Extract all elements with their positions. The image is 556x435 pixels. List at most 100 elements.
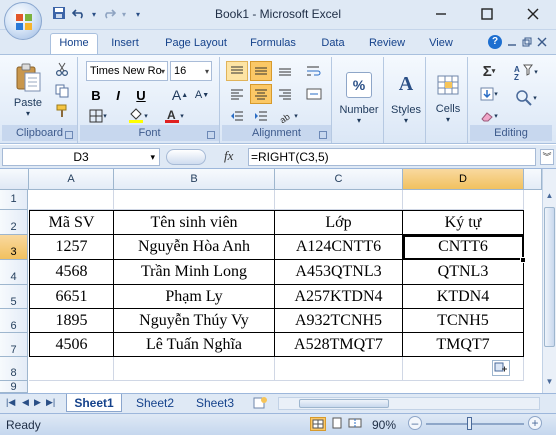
row-header-9[interactable]: 9 (0, 381, 28, 393)
cell-c8[interactable] (275, 357, 403, 381)
row-header-3[interactable]: 3 (0, 235, 28, 260)
minimize-button[interactable] (418, 0, 464, 28)
clipboard-dialog-launcher[interactable] (65, 131, 73, 139)
column-header-a[interactable]: A (29, 169, 114, 190)
cell-c4[interactable]: A453QTNL3 (275, 260, 403, 285)
cell-a3[interactable]: 1257 (29, 235, 114, 260)
clear-button[interactable]: ▾ (476, 107, 502, 125)
tab-insert[interactable]: Insert (104, 34, 146, 54)
zoom-slider-thumb[interactable] (466, 417, 472, 430)
cell-d5[interactable]: KTDN4 (403, 285, 524, 309)
zoom-level[interactable]: 90% (372, 418, 396, 432)
cell-b5[interactable]: Phạm Ly (114, 285, 275, 309)
row-header-1[interactable]: 1 (0, 190, 28, 210)
align-middle-button[interactable] (250, 61, 272, 81)
sort-filter-button[interactable]: AZ ▾ (508, 61, 544, 83)
ribbon-close-icon[interactable] (536, 36, 548, 48)
close-button[interactable] (510, 0, 556, 28)
increase-indent-button[interactable] (250, 107, 272, 125)
cell-b6[interactable]: Nguyễn Thúy Vy (114, 309, 275, 333)
cells-button[interactable]: Cells ▾ (430, 63, 466, 133)
orientation-button[interactable]: ab ▾ (274, 107, 302, 125)
decrease-indent-button[interactable] (226, 107, 248, 125)
align-top-button[interactable] (226, 61, 248, 81)
cell-c1[interactable] (275, 190, 403, 210)
tab-home[interactable]: Home (50, 33, 98, 55)
cell-b7[interactable]: Lê Tuấn Nghĩa (114, 333, 275, 357)
cell-a2[interactable]: Mã SV (29, 210, 114, 235)
cell-d6[interactable]: TCNH5 (403, 309, 524, 333)
ribbon-restore-icon[interactable] (521, 36, 533, 48)
insert-function-icon[interactable]: fx (224, 148, 233, 164)
formula-bar-resize-handle[interactable] (166, 149, 206, 165)
horizontal-scroll-thumb[interactable] (299, 399, 389, 408)
autosum-button[interactable]: Σ ▾ (476, 61, 502, 81)
bold-button[interactable]: B (86, 85, 106, 105)
italic-button[interactable]: I (108, 85, 128, 105)
cell-d2[interactable]: Ký tự (403, 210, 524, 235)
row-header-4[interactable]: 4 (0, 260, 28, 285)
tab-page-layout[interactable]: Page Layout (158, 34, 234, 54)
maximize-button[interactable] (464, 0, 510, 28)
shrink-font-button[interactable]: A ▼ (192, 85, 212, 105)
fill-button[interactable]: ▾ (476, 84, 502, 104)
alignment-dialog-launcher[interactable] (319, 131, 327, 139)
select-all-corner[interactable] (0, 169, 29, 190)
tab-data[interactable]: Data (314, 34, 352, 54)
first-sheet-icon[interactable]: |◀ (6, 397, 15, 408)
vertical-scrollbar[interactable]: ▲ ▼ (542, 169, 556, 393)
sheet-tab-sheet2[interactable]: Sheet2 (128, 394, 182, 412)
styles-button[interactable]: A Styles ▾ (388, 63, 424, 133)
sheet-tab-sheet3[interactable]: Sheet3 (188, 394, 242, 412)
number-button[interactable]: % Number ▾ (339, 63, 379, 133)
cell-d1[interactable] (403, 190, 524, 210)
merge-center-button[interactable] (302, 84, 326, 104)
scroll-thumb[interactable] (544, 207, 555, 347)
cell-d3[interactable]: CNTT6 (403, 235, 524, 260)
page-layout-view-icon[interactable] (330, 417, 346, 431)
horizontal-scrollbar[interactable] (278, 397, 540, 410)
next-sheet-icon[interactable]: ▶ (34, 397, 41, 408)
copy-icon[interactable] (54, 83, 70, 99)
cell-a7[interactable]: 4506 (29, 333, 114, 357)
prev-sheet-icon[interactable]: ◀ (22, 397, 29, 408)
insert-sheet-icon[interactable] (252, 396, 268, 410)
align-bottom-button[interactable] (274, 61, 296, 81)
column-header-d[interactable]: D (403, 169, 524, 190)
cell-c3[interactable]: A124CNTT6 (275, 235, 403, 260)
font-color-button[interactable]: A ▾ (160, 107, 188, 125)
cell-b3[interactable]: Nguyễn Hòa Anh (114, 235, 275, 260)
cell-d7[interactable]: TMQT7 (403, 333, 524, 357)
paste-button[interactable]: Paste ▾ (8, 61, 48, 119)
office-button[interactable] (4, 2, 42, 40)
normal-view-icon[interactable] (310, 417, 326, 431)
formula-input[interactable]: =RIGHT(C3,5) (248, 148, 536, 166)
wrap-text-button[interactable] (302, 61, 326, 81)
sheet-tab-sheet1[interactable]: Sheet1 (66, 394, 122, 412)
help-icon[interactable]: ? (488, 35, 502, 49)
cell-b1[interactable] (114, 190, 275, 210)
cell-c7[interactable]: A528TMQT7 (275, 333, 403, 357)
scroll-up-icon[interactable]: ▲ (543, 191, 556, 205)
tab-review[interactable]: Review (362, 34, 412, 54)
cell-c2[interactable]: Lớp (275, 210, 403, 235)
column-header-b[interactable]: B (114, 169, 275, 190)
font-name-select[interactable]: Times New Ro ▾ (86, 61, 168, 81)
fill-handle[interactable] (520, 257, 526, 263)
cell-c5[interactable]: A257KTDN4 (275, 285, 403, 309)
cell-a5[interactable]: 6651 (29, 285, 114, 309)
borders-button[interactable]: ▾ (86, 107, 110, 125)
row-header-8[interactable]: 8 (0, 357, 28, 381)
cut-icon[interactable] (54, 61, 70, 77)
cell-a1[interactable] (29, 190, 114, 210)
format-painter-icon[interactable] (54, 103, 70, 119)
expand-formula-bar-icon[interactable]: ︾ (540, 149, 554, 165)
align-center-button[interactable] (250, 84, 272, 104)
row-header-6[interactable]: 6 (0, 309, 28, 333)
tab-formulas[interactable]: Formulas (244, 34, 302, 54)
cell-a8[interactable] (29, 357, 114, 381)
row-header-2[interactable]: 2 (0, 210, 28, 235)
cell-a6[interactable]: 1895 (29, 309, 114, 333)
name-box-dropdown-icon[interactable]: ▾ (150, 149, 155, 165)
zoom-out-icon[interactable]: – (408, 416, 422, 430)
